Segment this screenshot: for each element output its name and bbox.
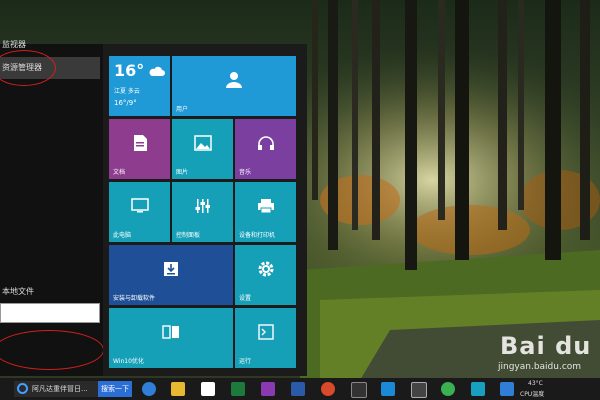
media-icon[interactable]	[321, 382, 335, 396]
weather-temperature: 16°	[114, 61, 145, 80]
tile-documents-label: 文档	[113, 169, 126, 176]
tile-music-label: 音乐	[239, 169, 252, 176]
start-item-monitor[interactable]: 监视器	[0, 34, 100, 56]
folder-icon[interactable]	[171, 382, 185, 396]
gear-icon	[257, 260, 275, 282]
terminal-icon[interactable]	[351, 382, 367, 398]
onenote-icon[interactable]	[261, 382, 275, 396]
start-item-local-file[interactable]: 本地文件	[0, 281, 100, 303]
start-menu-left-panel	[0, 44, 103, 376]
taskbar-browser-title: 阿凡达重伴冒日...	[32, 385, 88, 393]
tile-devices-printers-label: 设备和打印机	[239, 232, 276, 239]
headphones-icon	[257, 135, 275, 155]
tile-user[interactable]: 用户	[172, 56, 296, 116]
weather-range: 16°/9°	[114, 99, 137, 107]
tile-documents[interactable]: 文档	[109, 119, 170, 179]
tile-settings[interactable]: 设置	[235, 245, 296, 305]
settings-app-icon[interactable]	[471, 382, 485, 396]
watermark-logo: Bai du	[500, 332, 592, 360]
start-search-input[interactable]	[0, 303, 100, 323]
tile-install-uninstall[interactable]: 安装与卸载软件	[109, 245, 233, 305]
tile-weather[interactable]: 16° 江夏 多云 16°/9°	[109, 56, 170, 116]
tile-win10-optimize-label: Win10优化	[113, 358, 144, 365]
tile-settings-label: 设置	[239, 295, 252, 302]
tile-win10-optimize[interactable]: Win10优化	[109, 308, 233, 368]
picture-icon	[193, 135, 212, 155]
optimize-icon	[162, 324, 180, 344]
tile-run[interactable]: 运行	[235, 308, 296, 368]
weather-location: 江夏 多云	[114, 88, 140, 95]
word-icon[interactable]	[291, 382, 305, 396]
user-icon	[225, 71, 243, 93]
install-icon	[163, 261, 179, 281]
taskbar-search-button[interactable]: 搜索一下	[98, 381, 132, 397]
start-item-explorer-label: 资源管理器	[2, 63, 42, 72]
desktop-icon[interactable]	[381, 382, 395, 396]
tile-this-pc-label: 此电脑	[113, 232, 132, 239]
app-icon[interactable]	[411, 382, 427, 398]
monitor-icon	[130, 198, 149, 218]
tile-this-pc[interactable]: 此电脑	[109, 182, 170, 242]
chat-icon[interactable]	[441, 382, 455, 396]
ie-browser-icon	[17, 383, 28, 394]
tile-devices-printers[interactable]: 设备和打印机	[235, 182, 296, 242]
tray-cpu-label: CPU温度	[520, 391, 545, 398]
run-icon	[257, 324, 274, 344]
tile-music[interactable]: 音乐	[235, 119, 296, 179]
start-item-monitor-label: 监视器	[2, 40, 26, 49]
tile-pictures-label: 图片	[176, 169, 189, 176]
document-icon	[132, 134, 148, 156]
printer-icon	[257, 198, 275, 218]
tile-control-panel-label: 控制面板	[176, 232, 201, 239]
start-item-explorer[interactable]: 资源管理器	[0, 57, 100, 79]
tray-temperature: 43°C	[528, 380, 543, 387]
tray-app-icon[interactable]	[500, 382, 514, 396]
start-item-local-file-label: 本地文件	[2, 287, 34, 296]
sliders-icon	[194, 198, 212, 218]
tile-install-uninstall-label: 安装与卸载软件	[113, 295, 156, 302]
edge-icon[interactable]	[142, 382, 156, 396]
watermark-url: jingyan.baidu.com	[498, 362, 582, 372]
cloud-icon	[148, 62, 166, 81]
tile-user-label: 用户	[176, 106, 189, 113]
store-icon[interactable]	[201, 382, 215, 396]
tile-run-label: 运行	[239, 358, 252, 365]
tile-control-panel[interactable]: 控制面板	[172, 182, 233, 242]
tile-pictures[interactable]: 图片	[172, 119, 233, 179]
excel-icon[interactable]	[231, 382, 245, 396]
